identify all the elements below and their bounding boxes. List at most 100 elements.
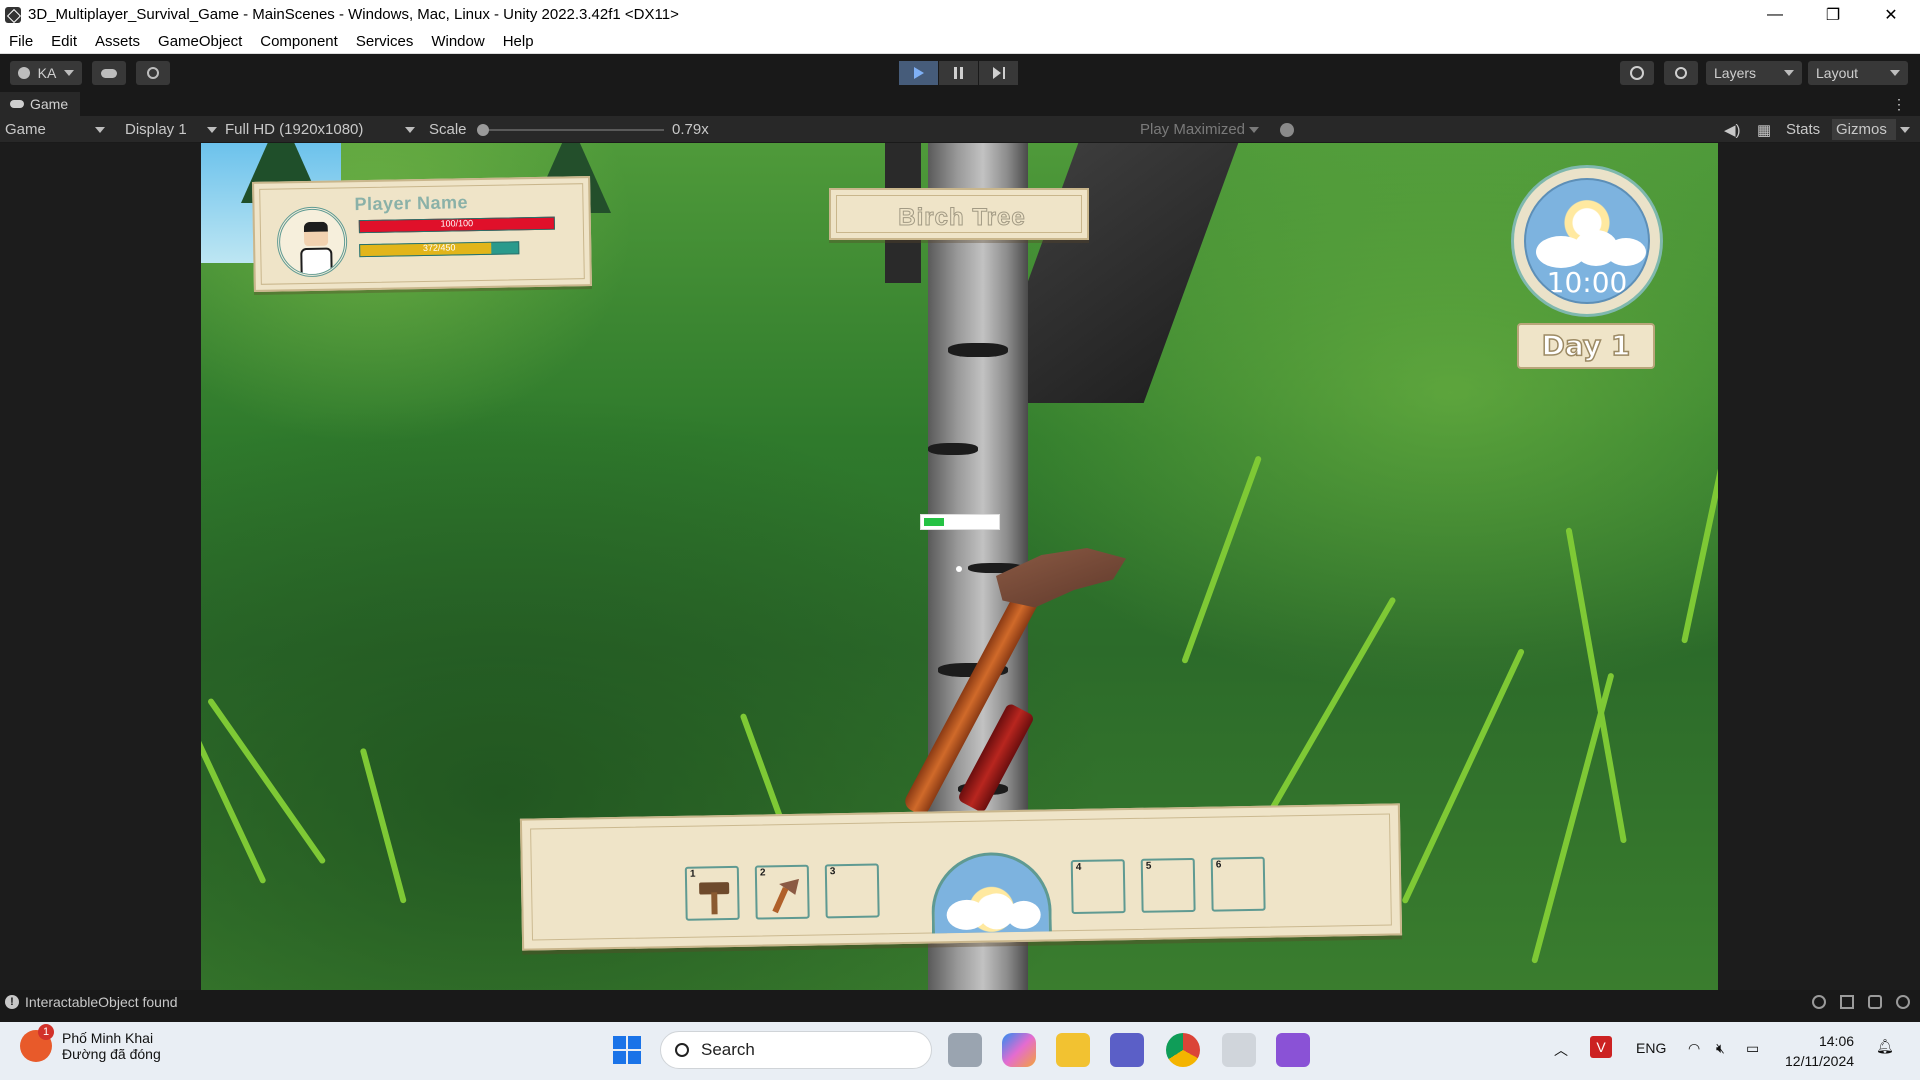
cloud-button[interactable] [92,61,126,85]
player-name: Player Name [354,192,469,215]
task-view-icon[interactable] [948,1033,982,1067]
system-clock[interactable]: 14:06 12/11/2024 [1785,1031,1854,1071]
view-mode-label: Game [5,121,46,138]
layout-label: Layout [1816,65,1859,81]
bug-icon[interactable] [1280,119,1294,140]
scale-label: Scale [429,121,467,138]
stats-button[interactable]: Stats [1786,119,1820,140]
player-avatar [276,206,348,278]
menu-help[interactable]: Help [494,33,543,50]
grass-blade [1261,596,1397,825]
wifi-icon[interactable]: ◠ [1688,1040,1700,1057]
layers-label: Layers [1714,65,1757,81]
chevron-down-icon [95,126,105,133]
play-icon [913,67,924,79]
crosshair [956,566,962,572]
account-label: KA [37,65,57,81]
step-bar-icon [1002,67,1005,79]
hotbar-slot-4[interactable]: 4 [1070,859,1126,915]
search-placeholder: Search [701,1040,755,1059]
tab-game[interactable]: Game [0,92,80,116]
scale-slider-handle[interactable] [477,124,489,136]
view-mode-dropdown[interactable]: Game [5,119,109,140]
console-status-bar[interactable]: ! InteractableObject found [0,990,1920,1014]
tray-overflow-icon[interactable]: ︿ [1554,1040,1568,1060]
chevron-down-icon [1784,70,1794,76]
notification-bell-icon[interactable]: 🔔︎ [1876,1038,1894,1055]
layers-icon[interactable] [1840,995,1854,1009]
account-button[interactable]: KA [10,61,82,85]
layers-dropdown[interactable]: Layers [1706,61,1802,85]
hotbar-slot-1[interactable]: 1 [684,865,740,921]
check-icon[interactable] [1896,995,1910,1009]
windows-start-icon[interactable] [610,1033,644,1067]
file-explorer-icon[interactable] [1056,1033,1090,1067]
menu-services[interactable]: Services [347,33,423,50]
debug-icon[interactable] [1812,995,1826,1009]
slot-number: 5 [1145,860,1152,872]
hotbar-slot-3[interactable]: 3 [824,863,880,919]
game-viewport[interactable]: Player Name 100/100 372/450 Birch Tree 1… [0,143,1920,990]
grid-icon[interactable]: ▦ [1757,119,1771,140]
day-label: Day 1 [1541,328,1631,363]
tab-game-label: Game [30,96,69,112]
gear-icon [147,67,159,79]
layout-dropdown[interactable]: Layout [1808,61,1908,85]
close-button[interactable]: ✕ [1862,0,1920,29]
grass-blade [1181,455,1263,665]
search-button[interactable] [1664,61,1698,85]
history-button[interactable] [1620,61,1654,85]
menu-file[interactable]: File [0,33,42,50]
status-icons [1812,995,1910,1009]
gamepad-icon [10,100,24,108]
gizmos-dropdown[interactable] [1900,119,1910,140]
battery-icon[interactable]: ▭ [1746,1040,1759,1057]
menu-gameobject[interactable]: GameObject [149,33,251,50]
slot-number: 1 [689,868,696,880]
network-icon[interactable] [1868,995,1882,1009]
weather-widget[interactable]: 1 Phố Minh Khai Đường đã đóng [20,1024,161,1062]
chrome-icon[interactable] [1166,1033,1200,1067]
scale-slider[interactable] [477,124,664,136]
play-button[interactable] [899,61,938,85]
display-dropdown[interactable]: Display 1 [125,119,217,140]
target-name: Birch Tree [898,204,1026,232]
chevron-down-icon [207,126,217,133]
play-mode-label: Play Maximized [1140,121,1246,138]
play-mode-dropdown[interactable]: Play Maximized [1140,119,1260,140]
menu-component[interactable]: Component [251,33,347,50]
window-controls: — ❐ ✕ [1746,0,1920,29]
minimize-button[interactable]: — [1746,0,1804,29]
game-render[interactable]: Player Name 100/100 372/450 Birch Tree 1… [201,143,1718,990]
visual-studio-icon[interactable] [1276,1033,1310,1067]
search-icon [1675,67,1687,79]
hotbar-weather-emblem [930,851,1052,934]
grass-blade [1401,647,1526,905]
menu-edit[interactable]: Edit [42,33,86,50]
hotbar-slot-5[interactable]: 5 [1140,857,1196,913]
menu-window[interactable]: Window [422,33,493,50]
slot-number: 3 [829,866,836,878]
step-button[interactable] [979,61,1018,85]
volume-mute-icon[interactable]: 🔇︎ [1716,1040,1725,1057]
collab-button[interactable] [136,61,170,85]
restore-button[interactable]: ❐ [1804,0,1862,29]
resolution-dropdown[interactable]: Full HD (1920x1080) [225,119,415,140]
pause-button[interactable] [939,61,978,85]
teams-icon[interactable] [1110,1033,1144,1067]
copilot-icon[interactable] [1002,1033,1036,1067]
traffic-icon: 1 [20,1024,54,1062]
chevron-down-icon [1900,126,1910,133]
vietkey-icon[interactable]: V [1590,1036,1612,1058]
language-indicator[interactable]: ENG [1636,1040,1666,1056]
panel-menu-button[interactable]: ⋮ [1892,96,1906,113]
unity-icon[interactable] [1222,1033,1256,1067]
audio-icon[interactable]: ◀) [1724,119,1741,140]
taskbar-search[interactable]: Search [660,1031,932,1069]
hotbar-slot-6[interactable]: 6 [1210,856,1266,912]
status-message[interactable]: InteractableObject found [25,994,178,1010]
menu-assets[interactable]: Assets [86,33,149,50]
hotbar-slot-2[interactable]: 2 [754,864,810,920]
gizmos-button[interactable]: Gizmos [1832,119,1896,140]
windows-taskbar: 1 Phố Minh Khai Đường đã đóng Search ︿ V… [0,1022,1920,1080]
